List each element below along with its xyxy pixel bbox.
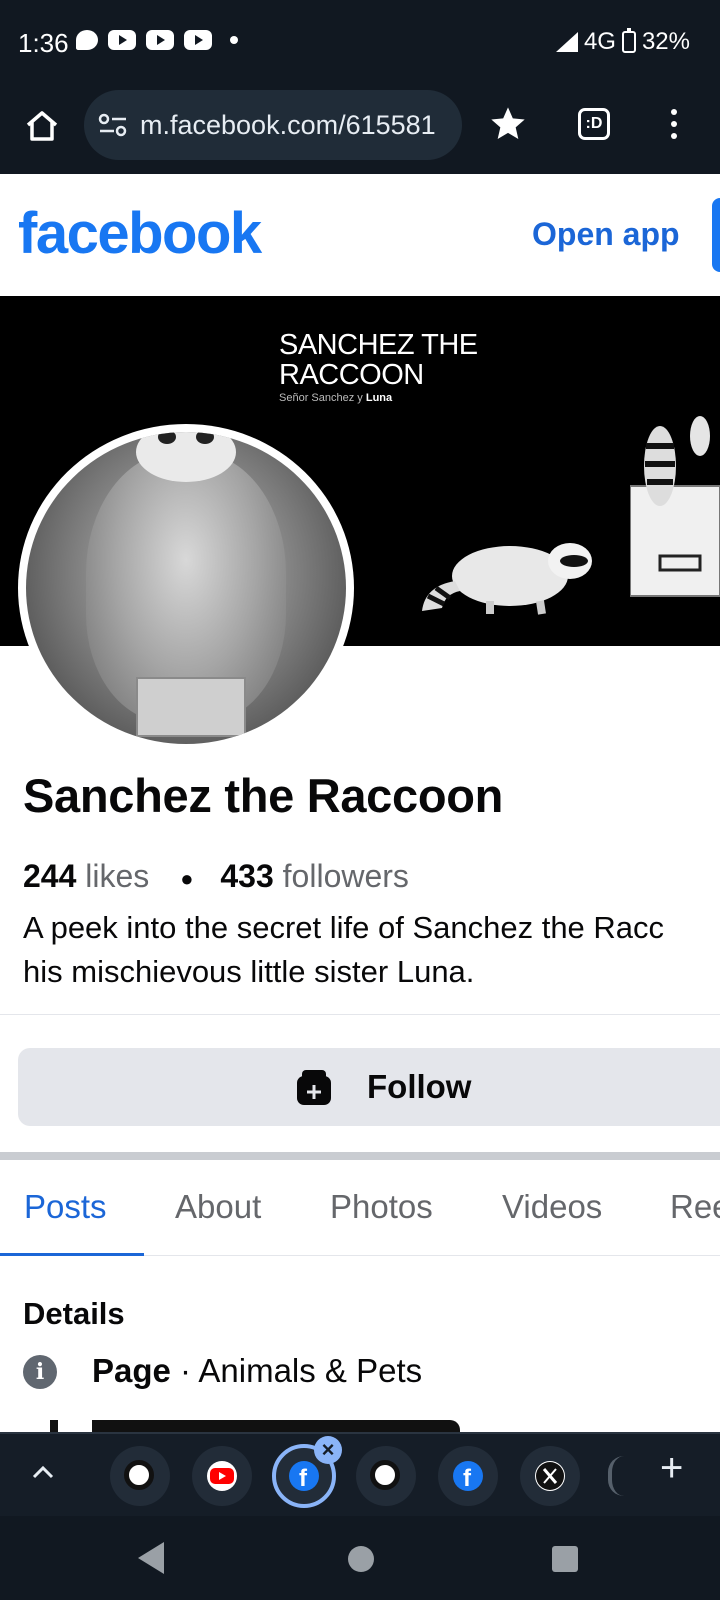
facebook-header: facebook Open app [0, 176, 720, 296]
profile-avatar[interactable] [18, 424, 354, 752]
facebook-logo[interactable]: facebook [18, 200, 262, 267]
svg-text:f: f [463, 1465, 472, 1491]
url-text[interactable]: m.facebook.com/615581 [140, 110, 450, 141]
cover-subtitle-bold: Luna [365, 392, 393, 404]
divider [0, 1014, 720, 1015]
profile-tabs: Posts About Photos Videos Ree [0, 1160, 720, 1256]
clipped-detail-row [40, 1420, 460, 1432]
chat-notification-icon [76, 30, 98, 50]
likes-label[interactable]: likes [85, 858, 149, 894]
url-bar[interactable]: m.facebook.com/615581 [84, 90, 462, 160]
chevron-up-icon[interactable] [30, 1460, 56, 1486]
details-heading: Details [23, 1296, 125, 1331]
tab-videos[interactable]: Videos [502, 1188, 602, 1226]
tiktok-icon [370, 1460, 400, 1490]
cover-title-line1: SANCHEZ THE [279, 329, 478, 361]
new-tab-plus-icon[interactable]: + [660, 1446, 683, 1491]
info-icon: i [23, 1355, 57, 1389]
header-action-button-edge[interactable] [712, 198, 720, 272]
status-time: 1:36 [18, 28, 69, 58]
profile-photo [26, 432, 346, 744]
tab-photos[interactable]: Photos [330, 1188, 433, 1226]
raccoon-eye [158, 432, 176, 444]
cover-subtitle-prefix: Señor Sanchez y [279, 392, 366, 404]
back-icon[interactable] [138, 1542, 164, 1574]
follow-button[interactable]: Follow [18, 1048, 720, 1126]
likes-count[interactable]: 244 [23, 858, 76, 894]
youtube-notification-icon [184, 30, 212, 50]
followers-label[interactable]: followers [283, 858, 409, 894]
tiktok-icon [124, 1460, 154, 1490]
recent-apps-icon[interactable] [552, 1546, 578, 1572]
x-icon [535, 1461, 565, 1491]
x-tab[interactable] [520, 1446, 580, 1506]
browser-toolbar: m.facebook.com/615581 :D [0, 88, 720, 174]
page-bio: A peek into the secret life of Sanchez t… [23, 906, 720, 994]
youtube-tab[interactable] [192, 1446, 252, 1506]
section-divider [0, 1152, 720, 1160]
open-app-link[interactable]: Open app [532, 216, 680, 253]
home-button-icon[interactable] [348, 1546, 374, 1572]
tab-switcher-button[interactable]: :D [578, 108, 610, 140]
follow-label: Follow [367, 1068, 472, 1105]
page-title: Sanchez the Raccoon [23, 769, 504, 822]
home-icon[interactable] [24, 108, 60, 144]
tab-about[interactable]: About [175, 1188, 261, 1226]
browser-tab-strip: f × f + [0, 1432, 720, 1516]
cover-subtitle: Señor Sanchez y Luna [279, 392, 392, 404]
notification-icons [76, 30, 238, 50]
svg-text:f: f [299, 1465, 308, 1491]
battery-percent: 32% [641, 28, 690, 55]
follow-icon [296, 1066, 332, 1106]
facebook-icon: f [453, 1461, 483, 1492]
tiktok-tab[interactable] [356, 1446, 416, 1506]
facebook-icon: f [289, 1461, 319, 1492]
bookmark-star-icon[interactable] [488, 104, 528, 144]
more-notifications-dot-icon [230, 36, 238, 44]
close-tab-icon[interactable]: × [314, 1436, 342, 1464]
youtube-notification-icon [108, 30, 136, 50]
status-right: 4G 32% [555, 28, 690, 56]
youtube-icon [207, 1461, 237, 1491]
tiktok-tab[interactable] [110, 1446, 170, 1506]
drawer-illustration [630, 416, 720, 597]
tab-reels[interactable]: Ree [670, 1188, 720, 1226]
stats-separator: ● [180, 865, 194, 891]
youtube-notification-icon [146, 30, 174, 50]
followers-count[interactable]: 433 [220, 858, 273, 894]
page-category-label: Page [92, 1352, 171, 1389]
network-type: 4G [583, 28, 616, 55]
tab-posts[interactable]: Posts [24, 1188, 107, 1226]
status-bar: 1:36 4G 32% [0, 0, 720, 88]
overflow-menu-icon[interactable] [668, 106, 680, 142]
cover-title-line2: RACCOON [279, 359, 424, 391]
bio-line2: his mischievous little sister Luna. [23, 954, 475, 989]
site-settings-icon[interactable] [98, 112, 128, 138]
bio-line1: A peek into the secret life of Sanchez t… [23, 910, 665, 945]
raccoon-illustration [422, 543, 592, 615]
page-stats: 244 likes ● 433 followers [23, 858, 409, 895]
raccoon-eye [196, 432, 214, 444]
facebook-tab[interactable]: f [438, 1446, 498, 1506]
active-tab-indicator [0, 1253, 144, 1256]
box-illustration [136, 677, 246, 737]
signal-icon [555, 32, 578, 52]
battery-icon [621, 28, 636, 53]
page-category: Page · Animals & Pets [92, 1352, 422, 1390]
more-tabs-partial[interactable] [608, 1456, 624, 1496]
system-navigation-bar [0, 1516, 720, 1600]
page-category-value: · Animals & Pets [170, 1352, 423, 1389]
cover-title: SANCHEZ THE RACCOON [279, 330, 478, 390]
